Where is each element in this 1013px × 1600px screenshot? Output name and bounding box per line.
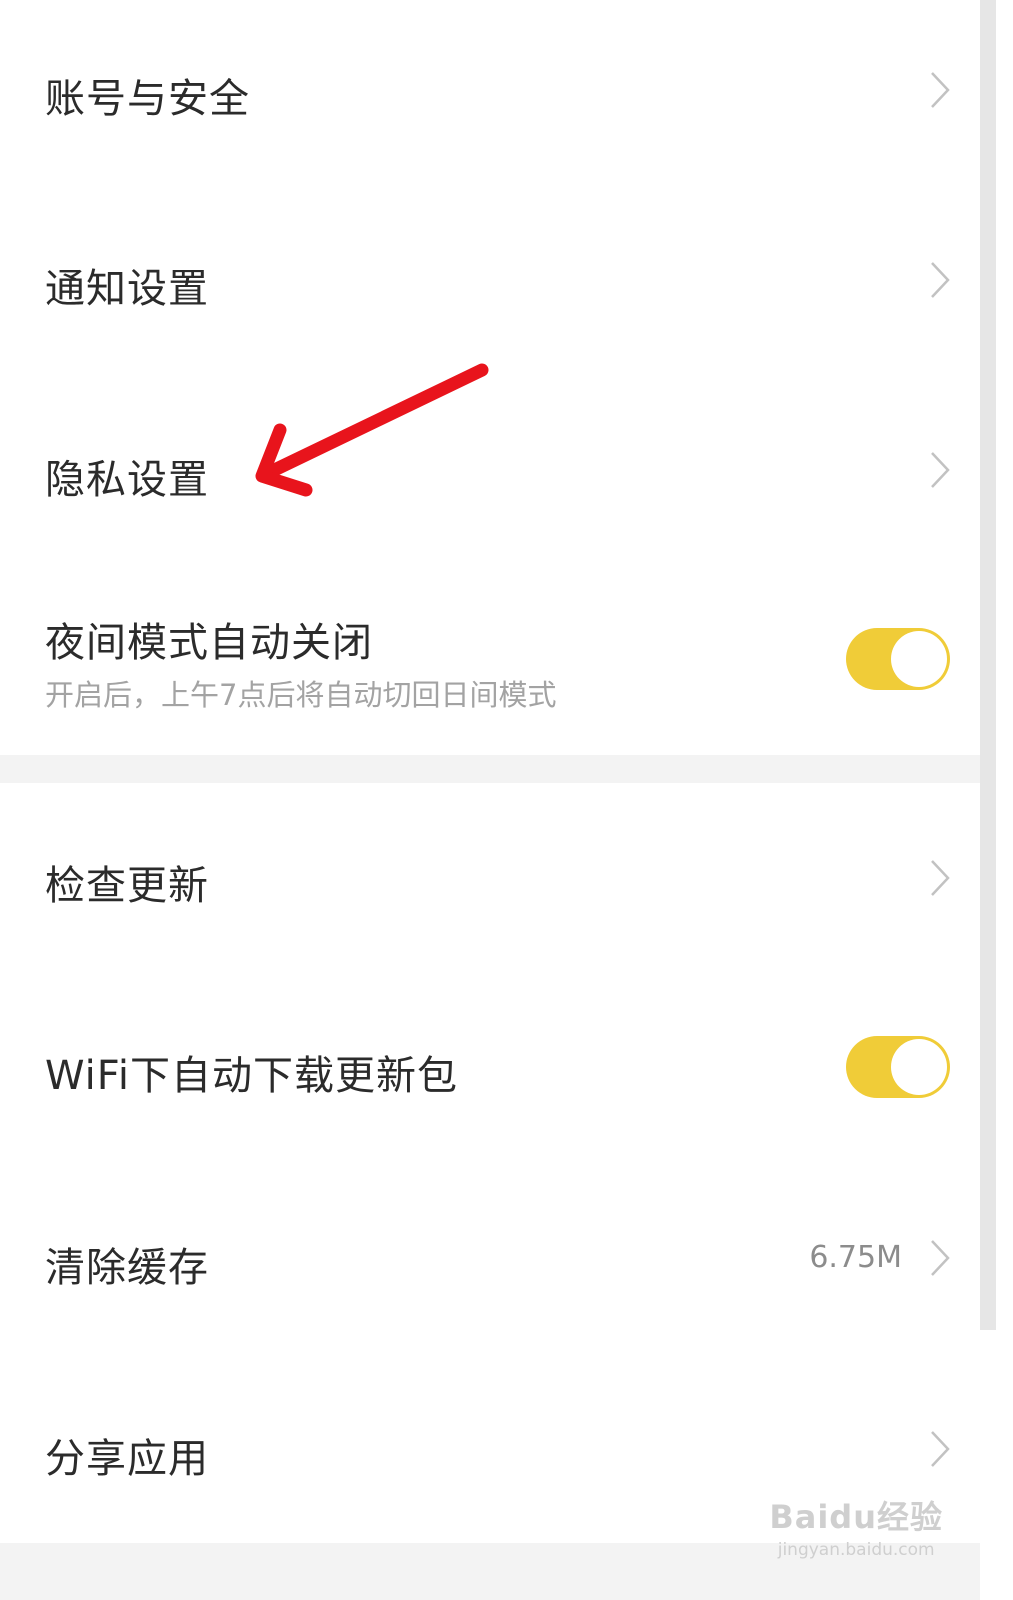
toggle-knob [891, 631, 947, 687]
settings-item-wifi-auto-download: WiFi下自动下载更新包 [0, 973, 980, 1163]
settings-item-sublabel: 开启后，上午7点后将自动切回日间模式 [45, 678, 557, 712]
chevron-right-icon [931, 452, 950, 488]
baidu-jingyan-watermark: Baidu经验 jingyan.baidu.com [769, 1492, 943, 1560]
settings-item-label: 隐私设置 [45, 457, 209, 503]
settings-item-clear-cache[interactable]: 清除缓存 6.75M [0, 1163, 980, 1353]
settings-item-check-update[interactable]: 检查更新 [0, 783, 980, 973]
chevron-right-icon [931, 1431, 950, 1467]
chevron-right-icon [931, 860, 950, 896]
section-divider [0, 755, 980, 783]
settings-item-notifications[interactable]: 通知设置 [0, 180, 980, 370]
wifi-auto-download-toggle[interactable] [846, 1036, 950, 1098]
settings-item-label: 账号与安全 [45, 76, 250, 122]
settings-item-label: 清除缓存 [45, 1245, 209, 1291]
toggle-knob [891, 1039, 947, 1095]
settings-item-label: 夜间模式自动关闭 [45, 620, 373, 666]
settings-item-label: 分享应用 [45, 1436, 209, 1482]
night-mode-toggle[interactable] [846, 628, 950, 690]
settings-item-night-mode-auto-off: 夜间模式自动关闭 开启后，上午7点后将自动切回日间模式 [0, 570, 980, 755]
scrollbar[interactable] [980, 0, 996, 1330]
settings-item-label: WiFi下自动下载更新包 [45, 1053, 458, 1099]
watermark-logo: Baidu经验 [769, 1498, 943, 1536]
chevron-right-icon [931, 262, 950, 298]
right-edge [996, 0, 1013, 1600]
settings-item-label: 检查更新 [45, 863, 209, 909]
chevron-right-icon [931, 72, 950, 108]
watermark-url: jingyan.baidu.com [777, 1540, 935, 1560]
settings-screen: 账号与安全 通知设置 隐私设置 夜间模式自动关闭 开启后，上午7点后将自动切回日… [0, 0, 1013, 1600]
settings-item-label: 通知设置 [45, 266, 209, 312]
chevron-right-icon [931, 1240, 950, 1276]
annotation-arrow-icon [255, 363, 489, 497]
cache-size-value: 6.75M [809, 1240, 902, 1275]
settings-item-account-security[interactable]: 账号与安全 [0, 0, 980, 180]
